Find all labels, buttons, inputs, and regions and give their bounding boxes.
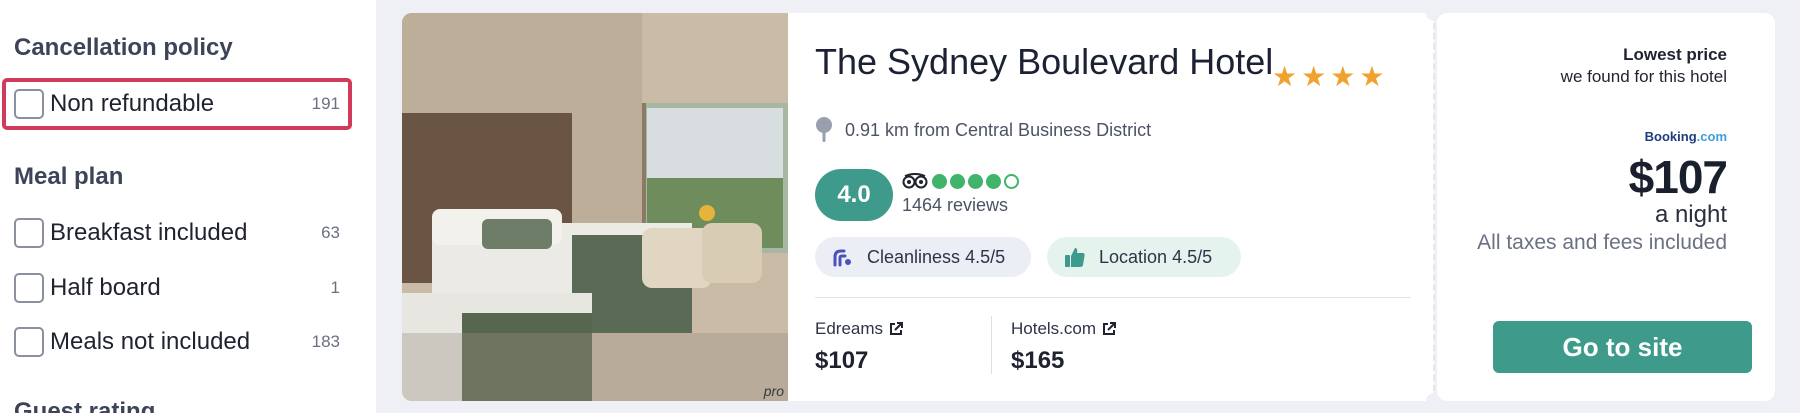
provider-price: $165 bbox=[1011, 347, 1065, 374]
location-label: Location bbox=[1099, 246, 1168, 267]
hotel-name[interactable]: The Sydney Boulevard Hotel bbox=[815, 41, 1273, 83]
checkbox[interactable] bbox=[14, 218, 44, 248]
thumbs-up-icon bbox=[1065, 248, 1085, 267]
cleanliness-scale: /5 bbox=[990, 246, 1006, 267]
tripadvisor-owl-icon bbox=[902, 173, 928, 189]
star-rating: ★ ★ ★ ★ bbox=[1272, 63, 1384, 91]
rating-badge: 4.0 bbox=[815, 169, 893, 221]
provider-price: $107 bbox=[815, 347, 869, 374]
bubble-empty bbox=[1004, 174, 1019, 189]
location-chip: Location 4.5/5 bbox=[1047, 237, 1241, 277]
location-scale: /5 bbox=[1197, 246, 1213, 267]
go-to-site-button[interactable]: Go to site bbox=[1493, 321, 1752, 373]
bubble-full bbox=[932, 174, 947, 189]
map-pin-icon bbox=[816, 117, 832, 142]
hotel-room-image bbox=[402, 13, 788, 401]
bubble-full bbox=[950, 174, 965, 189]
cleanliness-score: 4.5 bbox=[965, 246, 991, 267]
taxes-note: All taxes and fees included bbox=[1477, 231, 1727, 254]
checkbox[interactable] bbox=[14, 89, 44, 119]
cleanliness-icon bbox=[833, 249, 851, 267]
filters-sidebar: Cancellation policy Non refundable 191 M… bbox=[0, 0, 376, 413]
filter-half-board[interactable]: Half board 1 bbox=[2, 262, 352, 314]
booking-com-logo: Booking.com bbox=[1645, 129, 1727, 144]
booking-logo-name: Booking bbox=[1644, 129, 1697, 144]
cancellation-policy-title: Cancellation policy bbox=[14, 34, 233, 61]
checkbox[interactable] bbox=[14, 273, 44, 303]
photo-credit: pro bbox=[763, 383, 784, 399]
hotel-photo[interactable]: pro bbox=[402, 13, 788, 401]
location-score: 4.5 bbox=[1172, 246, 1198, 267]
filter-label: Non refundable bbox=[50, 90, 215, 117]
external-link-icon bbox=[890, 322, 904, 335]
provider-edreams[interactable]: Edreams $107 bbox=[815, 319, 904, 375]
provider-name: Edreams bbox=[815, 319, 884, 338]
star-icon: ★ bbox=[1359, 61, 1385, 92]
filter-non-refundable[interactable]: Non refundable 191 bbox=[2, 78, 352, 130]
meal-plan-title: Meal plan bbox=[14, 163, 124, 190]
filter-label: Breakfast included bbox=[50, 219, 248, 246]
filter-count: 63 bbox=[321, 223, 340, 242]
filter-breakfast-included[interactable]: Breakfast included 63 bbox=[2, 207, 352, 259]
checkbox[interactable] bbox=[14, 327, 44, 357]
filter-label: Meals not included bbox=[50, 328, 251, 355]
lowest-price-value: $107 bbox=[1628, 151, 1728, 203]
filter-count: 191 bbox=[311, 94, 340, 113]
location-text: 0.91 km from Central Business District bbox=[845, 119, 1152, 140]
booking-logo-suffix: .com bbox=[1696, 129, 1727, 144]
lowest-price-subtitle: we found for this hotel bbox=[1560, 67, 1727, 86]
provider-separator bbox=[991, 316, 992, 374]
lowest-price-title: Lowest price bbox=[1623, 45, 1727, 64]
bubble-full bbox=[986, 174, 1001, 189]
hotel-card[interactable]: pro The Sydney Boulevard Hotel ★ ★ ★ ★ 0… bbox=[402, 13, 1434, 401]
price-per-night: a night bbox=[1654, 201, 1727, 228]
guest-rating-title: Guest rating bbox=[14, 398, 156, 413]
filter-label: Half board bbox=[50, 274, 161, 301]
tripadvisor-bubbles bbox=[932, 174, 1019, 189]
bubble-full bbox=[968, 174, 983, 189]
star-icon: ★ bbox=[1272, 61, 1298, 92]
star-icon: ★ bbox=[1330, 61, 1356, 92]
filter-count: 183 bbox=[311, 332, 340, 351]
provider-hotels-com[interactable]: Hotels.com $165 bbox=[1011, 319, 1117, 375]
divider bbox=[815, 297, 1411, 298]
reviews-count[interactable]: 1464 reviews bbox=[902, 195, 1008, 216]
price-panel: Lowest price we found for this hotel Boo… bbox=[1437, 13, 1775, 401]
filter-count: 1 bbox=[330, 278, 340, 297]
provider-name: Hotels.com bbox=[1011, 319, 1097, 338]
hotel-location: 0.91 km from Central Business District bbox=[815, 117, 1151, 143]
cleanliness-chip: Cleanliness 4.5/5 bbox=[815, 237, 1031, 277]
external-link-icon bbox=[1103, 322, 1117, 335]
star-icon: ★ bbox=[1301, 61, 1327, 92]
cleanliness-label: Cleanliness bbox=[867, 246, 961, 267]
filter-meals-not-included[interactable]: Meals not included 183 bbox=[2, 316, 352, 368]
ticket-perforation bbox=[1433, 13, 1435, 401]
